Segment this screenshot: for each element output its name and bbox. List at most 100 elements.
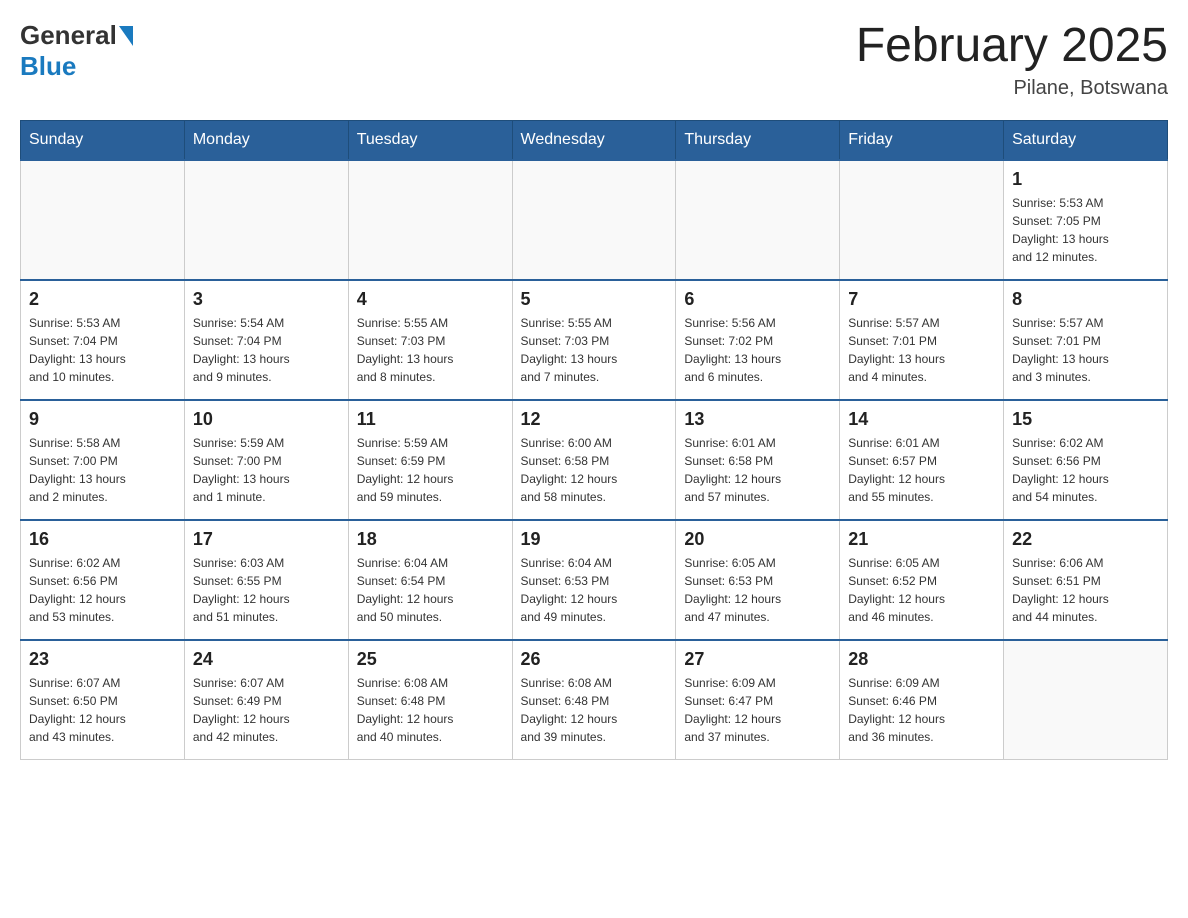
day-info: Sunrise: 6:05 AMSunset: 6:52 PMDaylight:…: [848, 554, 995, 626]
day-number: 10: [193, 409, 340, 430]
day-info: Sunrise: 6:01 AMSunset: 6:58 PMDaylight:…: [684, 434, 831, 506]
calendar-table: SundayMondayTuesdayWednesdayThursdayFrid…: [20, 120, 1168, 761]
calendar-subtitle: Pilane, Botswana: [856, 77, 1168, 100]
calendar-cell: [1004, 640, 1168, 760]
day-number: 5: [521, 289, 668, 310]
day-info: Sunrise: 5:56 AMSunset: 7:02 PMDaylight:…: [684, 314, 831, 386]
calendar-cell: 1Sunrise: 5:53 AMSunset: 7:05 PMDaylight…: [1004, 160, 1168, 280]
day-info: Sunrise: 5:53 AMSunset: 7:04 PMDaylight:…: [29, 314, 176, 386]
calendar-cell: 28 Sunrise: 6:09 AMSunset: 6:46 PMDayligh…: [840, 640, 1004, 760]
calendar-cell: 24 Sunrise: 6:07 AMSunset: 6:49 PMDayligh…: [184, 640, 348, 760]
calendar-cell: 4 Sunrise: 5:55 AMSunset: 7:03 PMDaylight…: [348, 280, 512, 400]
day-number: 7: [848, 289, 995, 310]
day-info: Sunrise: 6:01 AMSunset: 6:57 PMDaylight:…: [848, 434, 995, 506]
calendar-cell: 7 Sunrise: 5:57 AMSunset: 7:01 PMDaylight…: [840, 280, 1004, 400]
calendar-cell: [512, 160, 676, 280]
day-info: Sunrise: 6:02 AMSunset: 6:56 PMDaylight:…: [1012, 434, 1159, 506]
day-info: Sunrise: 6:04 AMSunset: 6:53 PMDaylight:…: [521, 554, 668, 626]
calendar-cell: 22 Sunrise: 6:06 AMSunset: 6:51 PMDayligh…: [1004, 520, 1168, 640]
day-number: 11: [357, 409, 504, 430]
day-number: 28: [848, 649, 995, 670]
day-number: 20: [684, 529, 831, 550]
calendar-cell: 18 Sunrise: 6:04 AMSunset: 6:54 PMDayligh…: [348, 520, 512, 640]
day-number: 21: [848, 529, 995, 550]
weekday-header-sunday: Sunday: [21, 120, 185, 160]
day-number: 8: [1012, 289, 1159, 310]
calendar-cell: [676, 160, 840, 280]
day-number: 16: [29, 529, 176, 550]
day-number: 3: [193, 289, 340, 310]
day-number: 17: [193, 529, 340, 550]
calendar-cell: 13 Sunrise: 6:01 AMSunset: 6:58 PMDayligh…: [676, 400, 840, 520]
day-number: 14: [848, 409, 995, 430]
day-number: 22: [1012, 529, 1159, 550]
day-number: 15: [1012, 409, 1159, 430]
calendar-cell: 3 Sunrise: 5:54 AMSunset: 7:04 PMDaylight…: [184, 280, 348, 400]
day-number: 12: [521, 409, 668, 430]
day-number: 2: [29, 289, 176, 310]
calendar-cell: 9Sunrise: 5:58 AMSunset: 7:00 PMDaylight…: [21, 400, 185, 520]
calendar-cell: [348, 160, 512, 280]
calendar-cell: 11 Sunrise: 5:59 AMSunset: 6:59 PMDayligh…: [348, 400, 512, 520]
calendar-cell: 21 Sunrise: 6:05 AMSunset: 6:52 PMDayligh…: [840, 520, 1004, 640]
day-number: 18: [357, 529, 504, 550]
calendar-cell: 19 Sunrise: 6:04 AMSunset: 6:53 PMDayligh…: [512, 520, 676, 640]
day-info: Sunrise: 6:09 AMSunset: 6:47 PMDaylight:…: [684, 674, 831, 746]
day-info: Sunrise: 5:55 AMSunset: 7:03 PMDaylight:…: [357, 314, 504, 386]
day-info: Sunrise: 5:55 AMSunset: 7:03 PMDaylight:…: [521, 314, 668, 386]
weekday-header-wednesday: Wednesday: [512, 120, 676, 160]
calendar-cell: 6 Sunrise: 5:56 AMSunset: 7:02 PMDaylight…: [676, 280, 840, 400]
day-number: 9: [29, 409, 176, 430]
calendar-week-row: 16Sunrise: 6:02 AMSunset: 6:56 PMDayligh…: [21, 520, 1168, 640]
day-info: Sunrise: 6:07 AMSunset: 6:49 PMDaylight:…: [193, 674, 340, 746]
calendar-cell: 14 Sunrise: 6:01 AMSunset: 6:57 PMDayligh…: [840, 400, 1004, 520]
day-info: Sunrise: 5:53 AMSunset: 7:05 PMDaylight:…: [1012, 194, 1159, 266]
weekday-header-thursday: Thursday: [676, 120, 840, 160]
calendar-header-row: SundayMondayTuesdayWednesdayThursdayFrid…: [21, 120, 1168, 160]
day-info: Sunrise: 6:08 AMSunset: 6:48 PMDaylight:…: [521, 674, 668, 746]
logo-top-row: General: [20, 20, 133, 51]
day-number: 23: [29, 649, 176, 670]
weekday-header-friday: Friday: [840, 120, 1004, 160]
day-number: 4: [357, 289, 504, 310]
calendar-title: February 2025: [856, 20, 1168, 73]
calendar-cell: 8 Sunrise: 5:57 AMSunset: 7:01 PMDaylight…: [1004, 280, 1168, 400]
calendar-week-row: 1Sunrise: 5:53 AMSunset: 7:05 PMDaylight…: [21, 160, 1168, 280]
calendar-cell: [840, 160, 1004, 280]
calendar-cell: 17 Sunrise: 6:03 AMSunset: 6:55 PMDayligh…: [184, 520, 348, 640]
calendar-cell: 16Sunrise: 6:02 AMSunset: 6:56 PMDayligh…: [21, 520, 185, 640]
day-info: Sunrise: 5:54 AMSunset: 7:04 PMDaylight:…: [193, 314, 340, 386]
day-info: Sunrise: 6:00 AMSunset: 6:58 PMDaylight:…: [521, 434, 668, 506]
calendar-cell: 15 Sunrise: 6:02 AMSunset: 6:56 PMDayligh…: [1004, 400, 1168, 520]
day-info: Sunrise: 6:05 AMSunset: 6:53 PMDaylight:…: [684, 554, 831, 626]
day-number: 24: [193, 649, 340, 670]
day-info: Sunrise: 6:04 AMSunset: 6:54 PMDaylight:…: [357, 554, 504, 626]
day-number: 6: [684, 289, 831, 310]
day-number: 25: [357, 649, 504, 670]
day-info: Sunrise: 6:03 AMSunset: 6:55 PMDaylight:…: [193, 554, 340, 626]
logo-inner: General Blue: [20, 20, 133, 82]
day-info: Sunrise: 6:07 AMSunset: 6:50 PMDaylight:…: [29, 674, 176, 746]
day-number: 19: [521, 529, 668, 550]
logo-triangle-icon: [119, 26, 133, 46]
day-info: Sunrise: 5:57 AMSunset: 7:01 PMDaylight:…: [1012, 314, 1159, 386]
day-info: Sunrise: 5:57 AMSunset: 7:01 PMDaylight:…: [848, 314, 995, 386]
calendar-cell: 23 Sunrise: 6:07 AMSunset: 6:50 PMDayligh…: [21, 640, 185, 760]
day-info: Sunrise: 5:59 AMSunset: 7:00 PMDaylight:…: [193, 434, 340, 506]
day-number: 13: [684, 409, 831, 430]
calendar-cell: 27Sunrise: 6:09 AMSunset: 6:47 PMDayligh…: [676, 640, 840, 760]
title-section: February 2025 Pilane, Botswana: [856, 20, 1168, 100]
weekday-header-saturday: Saturday: [1004, 120, 1168, 160]
day-info: Sunrise: 5:59 AMSunset: 6:59 PMDaylight:…: [357, 434, 504, 506]
calendar-cell: 10 Sunrise: 5:59 AMSunset: 7:00 PMDayligh…: [184, 400, 348, 520]
calendar-cell: 12 Sunrise: 6:00 AMSunset: 6:58 PMDayligh…: [512, 400, 676, 520]
calendar-week-row: 23 Sunrise: 6:07 AMSunset: 6:50 PMDayligh…: [21, 640, 1168, 760]
calendar-cell: 25 Sunrise: 6:08 AMSunset: 6:48 PMDayligh…: [348, 640, 512, 760]
day-info: Sunrise: 6:09 AMSunset: 6:46 PMDaylight:…: [848, 674, 995, 746]
calendar-week-row: 2 Sunrise: 5:53 AMSunset: 7:04 PMDaylight…: [21, 280, 1168, 400]
logo-general-text: General: [20, 20, 117, 51]
day-info: Sunrise: 6:06 AMSunset: 6:51 PMDaylight:…: [1012, 554, 1159, 626]
calendar-week-row: 9Sunrise: 5:58 AMSunset: 7:00 PMDaylight…: [21, 400, 1168, 520]
calendar-cell: [184, 160, 348, 280]
day-info: Sunrise: 6:08 AMSunset: 6:48 PMDaylight:…: [357, 674, 504, 746]
